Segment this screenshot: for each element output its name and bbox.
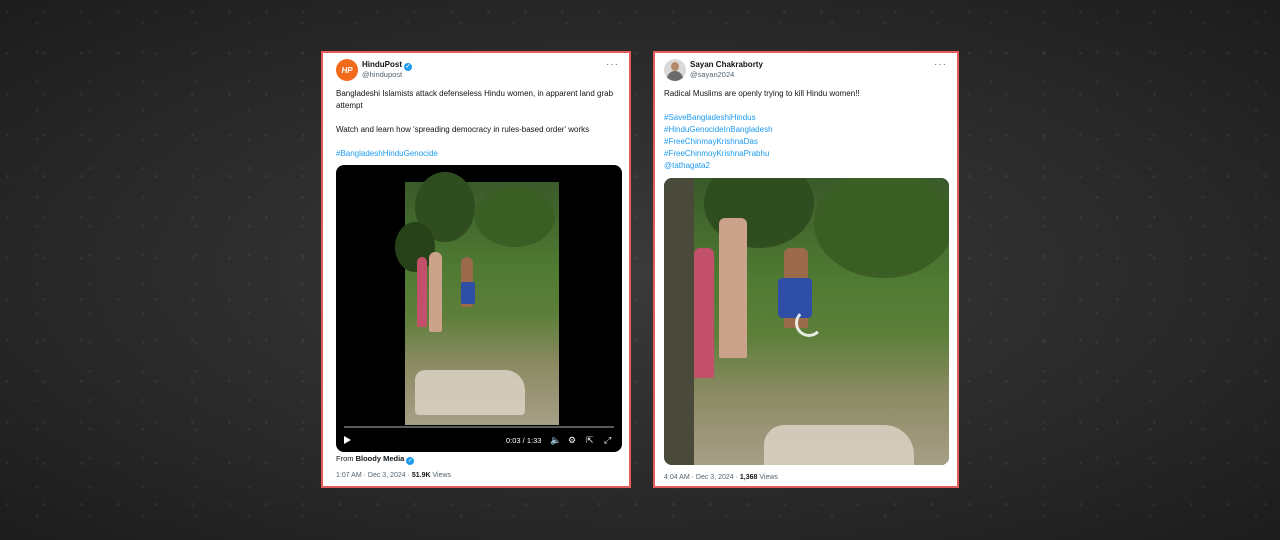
author-handle[interactable]: @hindupost bbox=[362, 70, 402, 79]
tweet-card-sayan[interactable]: Sayan Chakraborty @sayan2024 ··· Radical… bbox=[653, 51, 959, 488]
tweet-meta: 4:04 AM · Dec 3, 2024 · 1,368 Views bbox=[664, 474, 778, 481]
verified-badge-icon: ✓ bbox=[406, 457, 415, 465]
hashtag-link[interactable]: #FreeChinmayKrishnaDas bbox=[664, 136, 945, 148]
hashtag-link[interactable]: #SaveBangladeshiHindus bbox=[664, 112, 945, 124]
settings-icon[interactable]: ⚙ bbox=[568, 435, 576, 446]
tweet-text-line2: Watch and learn how 'spreading democracy… bbox=[336, 125, 590, 134]
video-time: 0:03 / 1:33 bbox=[506, 436, 542, 445]
video-player[interactable] bbox=[664, 178, 949, 465]
hashtag-link[interactable]: #FreeChinmoyKrishnaPrabhu bbox=[664, 148, 945, 160]
fullscreen-icon[interactable]: ⤢ bbox=[604, 435, 611, 446]
tweet-meta: 1:07 AM · Dec 3, 2024 · 51.9K Views bbox=[336, 472, 452, 479]
tweet-text-line1: Radical Muslims are openly trying to kil… bbox=[664, 89, 860, 98]
video-progress[interactable] bbox=[344, 426, 614, 428]
video-frame bbox=[395, 172, 559, 425]
source-link[interactable]: Bloody Media bbox=[356, 454, 405, 463]
avatar[interactable] bbox=[664, 59, 686, 81]
loading-spinner-icon bbox=[795, 309, 823, 337]
video-controls: 0:03 / 1:33 🔈 ⚙ ⇱ ⤢ bbox=[336, 430, 622, 452]
tweet-card-hindupost[interactable]: HP HinduPost ✓ @hindupost ··· Bangladeshi… bbox=[321, 51, 631, 488]
hashtag-link[interactable]: #HinduGenocideInBangladesh bbox=[664, 124, 945, 136]
more-icon[interactable]: ··· bbox=[606, 59, 619, 70]
view-count: 51.9K bbox=[411, 472, 431, 479]
hashtag-link[interactable]: #BangladeshHinduGenocide bbox=[336, 148, 617, 160]
avatar[interactable]: HP bbox=[336, 59, 358, 81]
share-icon[interactable]: ⇱ bbox=[586, 435, 594, 446]
tweet-text-line1: Bangladeshi Islamists attack defenseless… bbox=[336, 89, 614, 110]
avatar-text: HP bbox=[341, 65, 353, 75]
author-name[interactable]: Sayan Chakraborty bbox=[690, 60, 763, 69]
video-player[interactable]: 0:03 / 1:33 🔈 ⚙ ⇱ ⤢ bbox=[336, 165, 622, 452]
volume-icon[interactable]: 🔈 bbox=[550, 435, 561, 446]
hashtag-list: #SaveBangladeshiHindus #HinduGenocideInB… bbox=[664, 112, 945, 172]
tweet-header: HP HinduPost ✓ @hindupost ··· bbox=[336, 59, 619, 89]
mention-link[interactable]: @tathagata2 bbox=[664, 160, 945, 172]
tweet-header: Sayan Chakraborty @sayan2024 ··· bbox=[664, 59, 947, 89]
verified-badge-icon: ✓ bbox=[404, 63, 412, 71]
author-handle[interactable]: @sayan2024 bbox=[690, 70, 734, 79]
video-source: From Bloody Media ✓ bbox=[336, 454, 415, 465]
more-icon[interactable]: ··· bbox=[934, 59, 947, 70]
view-count: 1,368 bbox=[739, 474, 758, 481]
timestamp[interactable]: 1:07 AM · Dec 3, 2024 · bbox=[336, 472, 412, 479]
timestamp[interactable]: 4:04 AM · Dec 3, 2024 · bbox=[664, 474, 740, 481]
play-icon[interactable] bbox=[344, 436, 351, 444]
